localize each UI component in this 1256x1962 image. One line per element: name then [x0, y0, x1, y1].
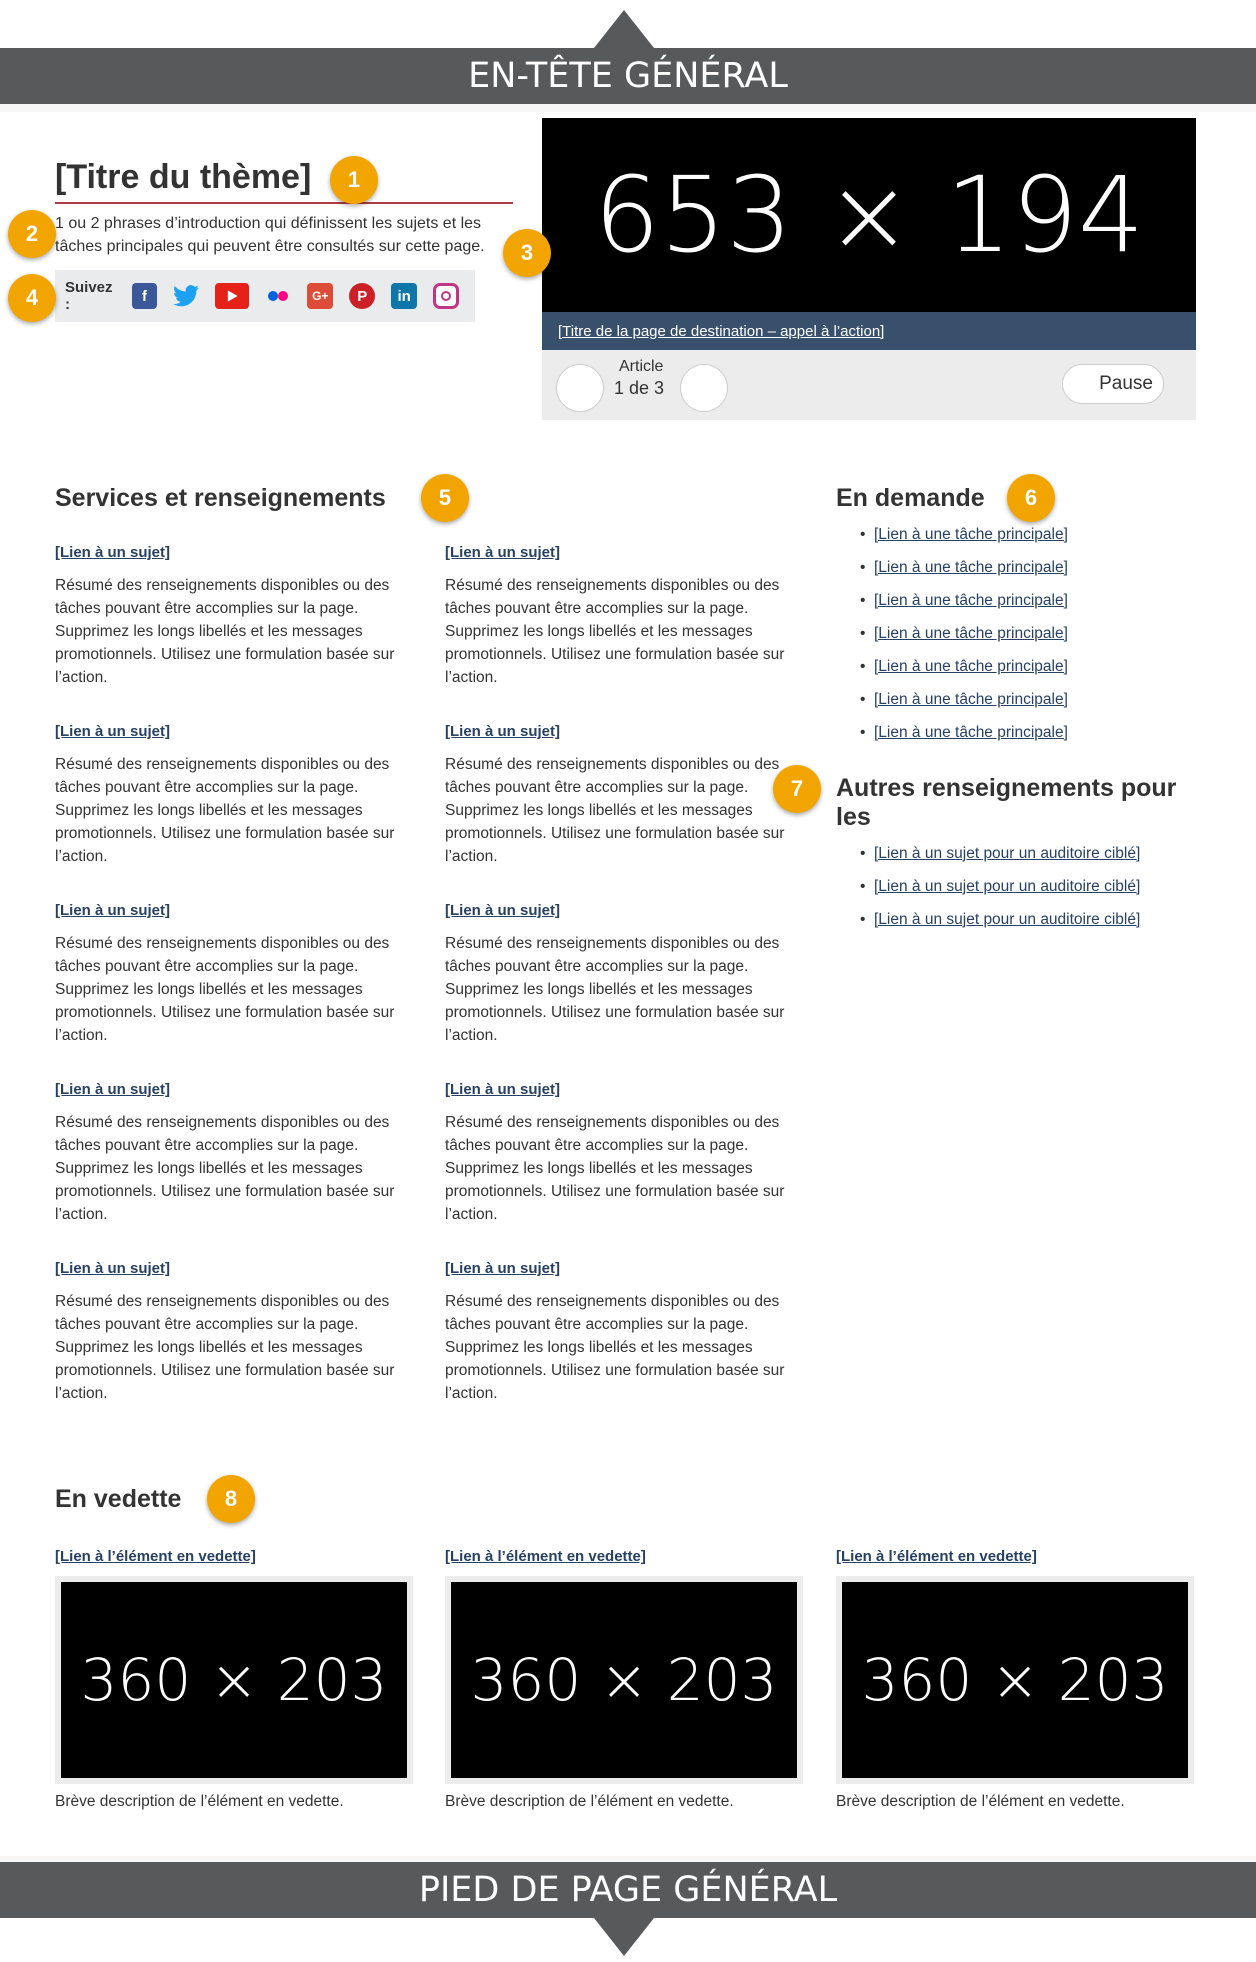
topic-link[interactable]: [Lien à un sujet]	[55, 902, 170, 919]
topic-description: Résumé des renseignements disponibles ou…	[55, 1114, 395, 1223]
task-link[interactable]: [Lien à une tâche principale]	[874, 658, 1068, 675]
pinterest-icon[interactable]: P	[349, 283, 376, 309]
social-follow-bar: Suivez : f G+ P in	[55, 270, 475, 322]
services-heading: Services et renseignements	[55, 484, 386, 512]
featured-desc-3: Brève description de l’élément en vedett…	[836, 1793, 1125, 1810]
theme-title: [Titre du thème]	[55, 158, 312, 196]
in-demand-heading: En demande	[836, 484, 985, 512]
topic-link[interactable]: [Lien à un sujet]	[445, 544, 560, 561]
featured-image-text: 360 × 203	[80, 1646, 388, 1714]
featured-link-2[interactable]: [Lien à l’élément en vedette]	[445, 1548, 646, 1565]
instagram-icon[interactable]	[433, 283, 460, 309]
featured-image-text: 360 × 203	[470, 1646, 778, 1714]
badge-8: 8	[207, 1475, 255, 1523]
topic-description: Résumé des renseignements disponibles ou…	[55, 935, 395, 1044]
twitter-icon[interactable]	[173, 283, 200, 309]
list-item: [Lien à une tâche principale]	[860, 526, 1068, 559]
featured-image[interactable]: 360 × 203	[842, 1582, 1188, 1778]
badge-3: 3	[503, 229, 551, 277]
topic-link[interactable]: [Lien à un sujet]	[55, 723, 170, 740]
carousel-image[interactable]: 653 × 194	[542, 118, 1196, 312]
youtube-icon[interactable]	[215, 283, 250, 309]
linkedin-icon[interactable]: in	[391, 283, 418, 309]
carousel-caption-link[interactable]: [Titre de la page de destination – appel…	[558, 323, 884, 340]
audience-link[interactable]: [Lien à un sujet pour un auditoire ciblé…	[874, 878, 1140, 895]
featured-image[interactable]: 360 × 203	[451, 1582, 797, 1778]
list-item: [Lien à une tâche principale]	[860, 592, 1068, 625]
carousel-item-count: 1 de 3	[614, 378, 665, 398]
carousel-controls: Article 1 de 3 Pause	[542, 350, 1196, 420]
list-item: [Lien à un sujet pour un auditoire ciblé…	[860, 878, 1140, 911]
topic-link[interactable]: [Lien à un sujet]	[55, 544, 170, 561]
featured-image-frame: 360 × 203	[445, 1576, 803, 1784]
topic-description: Résumé des renseignements disponibles ou…	[445, 1293, 785, 1402]
carousel-pause-button[interactable]: Pause	[1062, 364, 1164, 404]
featured-image[interactable]: 360 × 203	[61, 1582, 407, 1778]
global-footer-band: PIED DE PAGE GÉNÉRAL	[0, 1862, 1256, 1918]
featured-image-frame: 360 × 203	[836, 1576, 1194, 1784]
other-info-heading: Autres renseignements pour les	[836, 774, 1177, 831]
facebook-icon[interactable]: f	[131, 283, 158, 309]
carousel-image-text: 653 × 194	[593, 154, 1145, 276]
in-demand-list: [Lien à une tâche principale] [Lien à un…	[860, 526, 1068, 757]
featured-desc-2: Brève description de l’élément en vedett…	[445, 1793, 734, 1810]
badge-1: 1	[330, 156, 378, 204]
topic-link[interactable]: [Lien à un sujet]	[445, 902, 560, 919]
list-item: [Lien à un sujet pour un auditoire ciblé…	[860, 845, 1140, 878]
carousel-next-button[interactable]	[680, 364, 728, 412]
list-item: [Lien à une tâche principale]	[860, 724, 1068, 757]
footer-arrow-icon	[594, 1918, 654, 1956]
topic-link[interactable]: [Lien à un sujet]	[55, 1081, 170, 1098]
title-divider	[55, 202, 513, 204]
featured-image-text: 360 × 203	[861, 1646, 1169, 1714]
badge-2: 2	[8, 210, 56, 258]
pause-label: Pause	[1099, 373, 1153, 394]
topic-link[interactable]: [Lien à un sujet]	[445, 1081, 560, 1098]
featured-link-3[interactable]: [Lien à l’élément en vedette]	[836, 1548, 1037, 1565]
featured-image-frame: 360 × 203	[55, 1576, 413, 1784]
header-arrow-icon	[594, 10, 654, 48]
badge-4: 4	[8, 274, 56, 322]
audience-link[interactable]: [Lien à un sujet pour un auditoire ciblé…	[874, 911, 1140, 928]
task-link[interactable]: [Lien à une tâche principale]	[874, 526, 1068, 543]
topic-link[interactable]: [Lien à un sujet]	[55, 1260, 170, 1277]
list-item: [Lien à une tâche principale]	[860, 658, 1068, 691]
topic-description: Résumé des renseignements disponibles ou…	[445, 935, 785, 1044]
google-plus-icon[interactable]: G+	[307, 283, 334, 309]
intro-text: 1 ou 2 phrases d’introduction qui défini…	[55, 215, 485, 255]
topic-description: Résumé des renseignements disponibles ou…	[55, 577, 395, 686]
topic-description: Résumé des renseignements disponibles ou…	[445, 1114, 785, 1223]
list-item: [Lien à une tâche principale]	[860, 691, 1068, 724]
topic-description: Résumé des renseignements disponibles ou…	[55, 756, 395, 865]
badge-6: 6	[1007, 474, 1055, 522]
task-link[interactable]: [Lien à une tâche principale]	[874, 592, 1068, 609]
carousel-item-label: Article	[619, 358, 664, 375]
list-item: [Lien à une tâche principale]	[860, 625, 1068, 658]
featured-link-1[interactable]: [Lien à l’élément en vedette]	[55, 1548, 256, 1565]
task-link[interactable]: [Lien à une tâche principale]	[874, 724, 1068, 741]
task-link[interactable]: [Lien à une tâche principale]	[874, 691, 1068, 708]
audience-link[interactable]: [Lien à un sujet pour un auditoire ciblé…	[874, 845, 1140, 862]
follow-label: Suivez :	[65, 279, 113, 313]
topic-link[interactable]: [Lien à un sujet]	[445, 723, 560, 740]
topic-description: Résumé des renseignements disponibles ou…	[55, 1293, 395, 1402]
flickr-icon[interactable]	[265, 283, 291, 309]
global-header-label: EN-TÊTE GÉNÉRAL	[468, 56, 788, 96]
task-link[interactable]: [Lien à une tâche principale]	[874, 559, 1068, 576]
featured-desc-1: Brève description de l’élément en vedett…	[55, 1793, 344, 1810]
topic-description: Résumé des renseignements disponibles ou…	[445, 756, 785, 865]
topic-description: Résumé des renseignements disponibles ou…	[445, 577, 785, 686]
global-footer-label: PIED DE PAGE GÉNÉRAL	[418, 1870, 838, 1910]
global-header-band: EN-TÊTE GÉNÉRAL	[0, 48, 1256, 104]
task-link[interactable]: [Lien à une tâche principale]	[874, 625, 1068, 642]
list-item: [Lien à une tâche principale]	[860, 559, 1068, 592]
topic-link[interactable]: [Lien à un sujet]	[445, 1260, 560, 1277]
carousel-caption: [Titre de la page de destination – appel…	[542, 312, 1196, 350]
list-item: [Lien à un sujet pour un auditoire ciblé…	[860, 911, 1140, 944]
featured-heading: En vedette	[55, 1485, 182, 1513]
other-info-list: [Lien à un sujet pour un auditoire ciblé…	[860, 845, 1140, 944]
badge-5: 5	[421, 474, 469, 522]
carousel-prev-button[interactable]	[556, 364, 604, 412]
